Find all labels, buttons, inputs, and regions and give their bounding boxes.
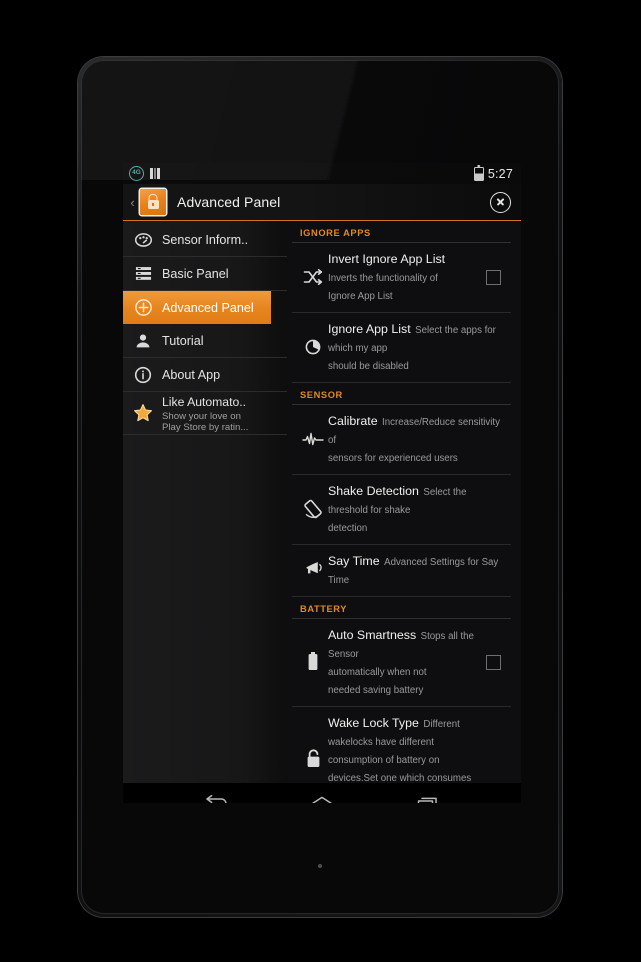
- sidebar-item-sublabel-2: Play Store by ratin...: [162, 422, 249, 433]
- setting-title: Invert Ignore App List: [328, 252, 446, 266]
- setting-title: Auto Smartness: [328, 628, 417, 642]
- info-circle-icon: [133, 365, 153, 385]
- settings-list: IGNORE APPS Invert Ignore App List Inver…: [287, 221, 521, 783]
- sidebar-item-sublabel-1: Show your love on: [162, 410, 241, 422]
- shuffle-icon: [298, 268, 328, 286]
- plus-circle-icon: [133, 298, 153, 318]
- sidebar-item-basic-panel[interactable]: Basic Panel: [123, 257, 287, 291]
- lock-open-icon: [298, 748, 328, 770]
- section-header-battery: BATTERY: [292, 597, 511, 619]
- setting-title: Say Time: [328, 554, 380, 568]
- device-frame: 4G 5:27 ‹ Advanced Panel Sensor Inform..…: [78, 57, 562, 917]
- setting-row-invert-ignore-app-list[interactable]: Invert Ignore App List Inverts the funct…: [292, 243, 511, 313]
- rotate-tilt-icon: [298, 499, 328, 519]
- sidebar-item-sensor-information[interactable]: Sensor Inform..: [123, 223, 287, 257]
- content-area: Sensor Inform.. Basic Panel Advanced Pan…: [123, 221, 521, 783]
- setting-row-calibrate[interactable]: Calibrate Increase/Reduce sensitivity of…: [292, 405, 511, 475]
- setting-desc: Inverts the functionality of Ignore App L…: [328, 273, 438, 302]
- android-navigation-bar: [123, 783, 521, 803]
- setting-title: Ignore App List: [328, 322, 411, 336]
- setting-row-shake-detection[interactable]: Shake Detection Select the threshold for…: [292, 475, 511, 545]
- person-icon: [133, 331, 153, 351]
- sidebar-item-tutorial[interactable]: Tutorial: [123, 324, 287, 358]
- status-bar-clock: 5:27: [487, 166, 513, 181]
- device-screen: 4G 5:27 ‹ Advanced Panel Sensor Inform..…: [123, 163, 521, 803]
- sidebar-item-label: Basic Panel: [162, 266, 229, 281]
- section-header-ignore-apps: IGNORE APPS: [292, 221, 511, 243]
- app-bar: ‹ Advanced Panel: [123, 184, 521, 221]
- setting-row-auto-smartness[interactable]: Auto Smartness Stops all the Sensor autom…: [292, 619, 511, 707]
- sidebar-item-label: Like Automato..: [162, 394, 247, 409]
- sidebar-item-label: About App: [162, 367, 221, 382]
- setting-title: Wake Lock Type: [328, 716, 419, 730]
- app-lock-logo-icon[interactable]: [140, 189, 166, 215]
- battery-icon: [298, 651, 328, 673]
- network-type-icon: 4G: [129, 166, 144, 181]
- setting-title: Shake Detection: [328, 484, 419, 498]
- sidebar: Sensor Inform.. Basic Panel Advanced Pan…: [123, 221, 287, 783]
- setting-title: Calibrate: [328, 414, 378, 428]
- battery-icon: [473, 166, 484, 181]
- signal-bars-icon: [150, 168, 160, 179]
- sidebar-item-label: Advanced Panel: [162, 300, 254, 315]
- close-circle-icon[interactable]: [490, 191, 511, 213]
- device-indicator-dot: [318, 864, 322, 868]
- screen-gloss-overlay: [81, 60, 559, 180]
- list-lines-icon: [133, 264, 153, 284]
- up-caret-icon[interactable]: ‹: [127, 196, 138, 209]
- sidebar-item-about-app[interactable]: About App: [123, 358, 287, 392]
- setting-row-ignore-app-list[interactable]: Ignore App List Select the apps for whic…: [292, 313, 511, 383]
- setting-row-say-time[interactable]: Say Time Advanced Settings for Say Time: [292, 545, 511, 597]
- device-bezel: 4G 5:27 ‹ Advanced Panel Sensor Inform..…: [81, 60, 559, 914]
- section-header-sensor: SENSOR: [292, 383, 511, 405]
- checkbox-auto-smartness[interactable]: [486, 654, 501, 670]
- checkbox-invert-ignore-app-list[interactable]: [486, 269, 501, 285]
- setting-row-wake-lock-type[interactable]: Wake Lock Type Different wakelocks have …: [292, 707, 511, 783]
- sidebar-item-label: Sensor Inform..: [162, 232, 249, 247]
- back-arrow-icon[interactable]: [196, 791, 236, 803]
- recent-apps-icon[interactable]: [408, 791, 448, 803]
- home-icon[interactable]: [302, 791, 342, 803]
- sidebar-item-like-automato[interactable]: Like Automato.. Show your love on Play S…: [123, 392, 287, 435]
- pulse-waveform-icon: [298, 431, 328, 447]
- page-title: Advanced Panel: [177, 194, 281, 210]
- status-bar: 4G 5:27: [123, 163, 521, 184]
- sidebar-item-label: Tutorial: [162, 333, 204, 348]
- megaphone-icon: [298, 561, 328, 579]
- star-icon: [133, 403, 153, 423]
- sidebar-item-advanced-panel[interactable]: Advanced Panel: [123, 291, 271, 324]
- pie-circle-icon: [298, 338, 328, 356]
- speedometer-icon: [133, 230, 153, 250]
